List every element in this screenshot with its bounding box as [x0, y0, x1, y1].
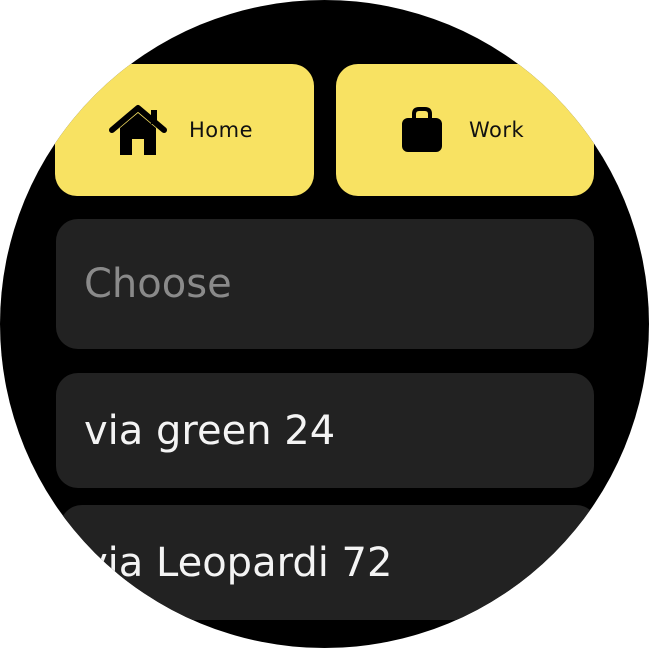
house-icon	[109, 104, 167, 156]
recent-address-item[interactable]: via green 24	[56, 373, 594, 488]
work-button[interactable]: Work	[336, 64, 594, 196]
recent-address-label: via Leopardi 72	[84, 539, 393, 586]
work-label: Work	[469, 118, 525, 142]
recent-address-label: via green 24	[84, 407, 336, 454]
home-label: Home	[189, 118, 254, 142]
home-button[interactable]: Home	[55, 64, 314, 196]
destination-picker[interactable]: Choose	[56, 219, 594, 349]
briefcase-icon	[401, 107, 443, 153]
destination-placeholder: Choose	[84, 261, 232, 307]
recent-address-item[interactable]: via Leopardi 72	[60, 505, 598, 620]
watch-screen: Home Work Choose via green 24 via Leopar…	[0, 0, 649, 648]
